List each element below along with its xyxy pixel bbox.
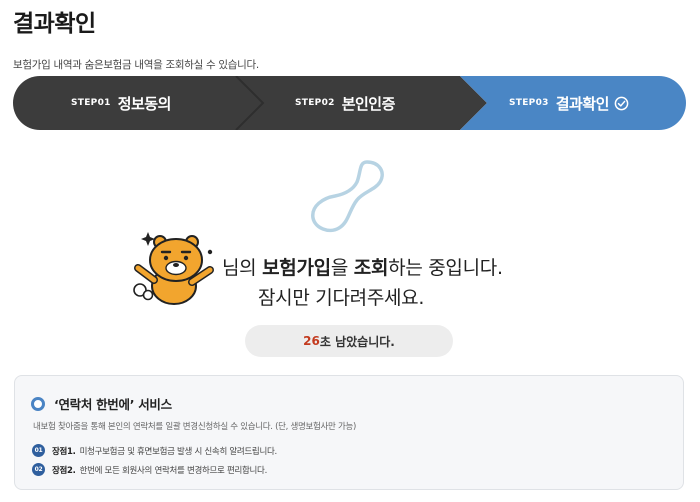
benefit-item: 01 장점1. 미청구보험금 및 휴면보험금 발생 시 신속히 알려드립니다. [32, 444, 277, 457]
benefit-item: 02 장점2. 한번에 모든 회원사의 연락처를 변경하므로 편리합니다. [32, 463, 267, 476]
step-1-label: 정보동의 [117, 94, 172, 113]
status-message-line-2: 잠시만 기다려주세요. [258, 287, 425, 309]
step-progress-bar: STEP01 정보동의 STEP02 본인인증 STEP03 결과확인 [13, 76, 686, 130]
step-1-number: STEP01 [71, 98, 111, 108]
benefit-number-badge: 01 [32, 444, 45, 457]
step-3-label: 결과확인 [555, 94, 610, 113]
check-circle-icon [614, 96, 629, 110]
service-description: 내보험 찾아줌을 통해 본인의 연락처를 일괄 변경신청하실 수 있습니다. (… [33, 422, 357, 432]
status-ending: 하는 중입니다. [388, 257, 503, 279]
status-message-line-1: 님의 보험가입을 조회하는 중입니다. [222, 253, 503, 280]
infinity-loading-icon [311, 160, 384, 233]
step-2-number: STEP02 [295, 98, 335, 108]
status-name-suffix: 님의 [222, 257, 263, 279]
benefit-text: 한번에 모든 회원사의 연락처를 변경하므로 편리합니다. [79, 465, 268, 476]
benefit-name: 장점2. [52, 465, 76, 476]
contact-service-panel: ‘연락처 한번에’ 서비스 내보험 찾아줌을 통해 본인의 연락처를 일괄 변경… [14, 375, 684, 490]
step-2: STEP02 본인인증 [295, 76, 395, 130]
benefit-text: 미청구보험금 및 휴면보험금 발생 시 신속히 알려드립니다. [79, 446, 278, 457]
page-subtitle: 보험가입 내역과 숨은보험금 내역을 조회하실 수 있습니다. [13, 59, 259, 71]
bullet-circle-icon [31, 396, 45, 411]
page-title: 결과확인 [13, 11, 96, 37]
lion-character-illustration [133, 232, 214, 305]
countdown-suffix: 초 남았습니다. [319, 334, 395, 349]
status-keyword-insurance: 보험가입 [262, 257, 331, 279]
countdown-timer: 26 초 남았습니다. [245, 325, 453, 357]
service-title: ‘연락처 한번에’ 서비스 [54, 397, 172, 412]
status-keyword-inquiry: 조회 [353, 257, 389, 279]
benefit-name: 장점1. [52, 446, 76, 457]
step-3: STEP03 결과확인 [509, 76, 629, 130]
step-2-label: 본인인증 [341, 94, 396, 113]
countdown-seconds: 26 [303, 334, 320, 348]
step-3-number: STEP03 [509, 98, 549, 108]
service-header: ‘연락처 한번에’ 서비스 [31, 394, 172, 413]
benefit-number-badge: 02 [32, 463, 45, 476]
status-particle: 을 [330, 257, 354, 279]
step-1: STEP01 정보동의 [71, 76, 171, 130]
